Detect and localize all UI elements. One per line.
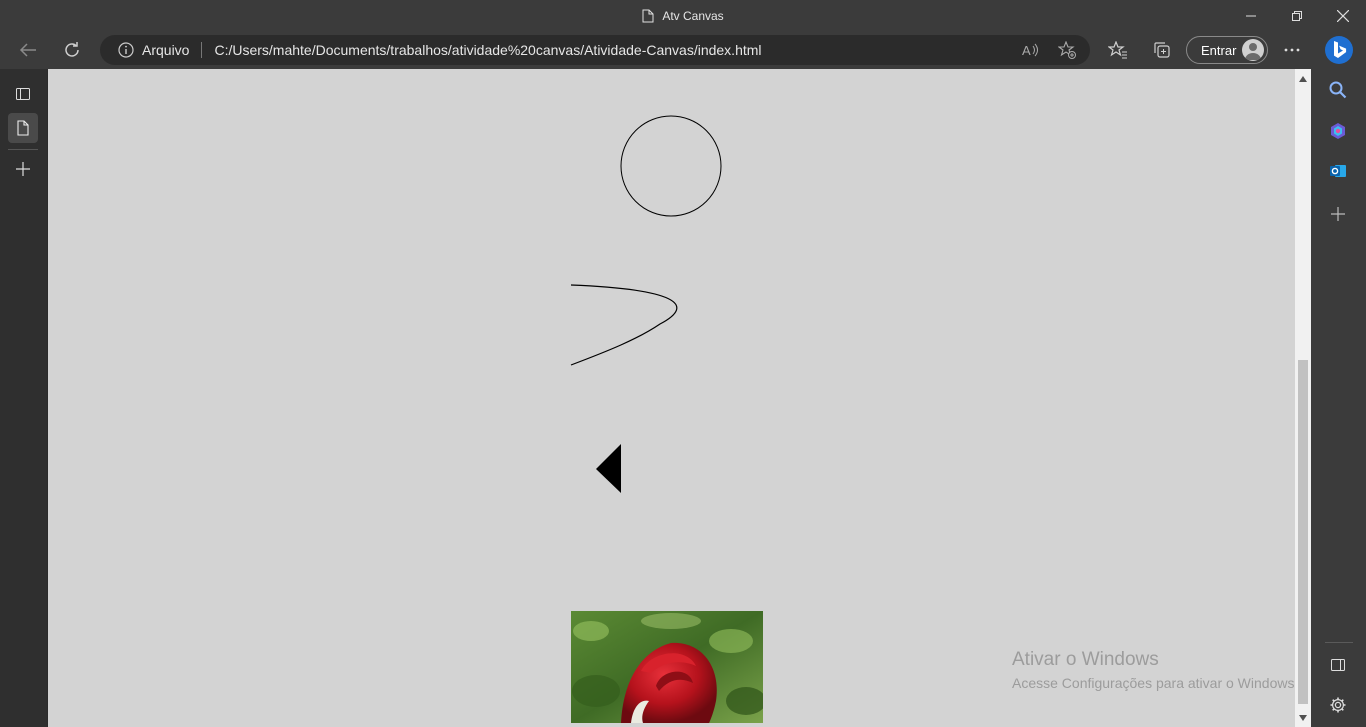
plus-icon	[1331, 207, 1345, 221]
canvas-curve	[570, 284, 678, 366]
canvas-triangle	[596, 444, 621, 493]
minimize-icon	[1246, 15, 1256, 16]
url-text[interactable]: C:/Users/mahte/Documents/trabalhos/ativi…	[214, 42, 761, 58]
scroll-down-arrow-icon[interactable]	[1298, 713, 1308, 723]
gear-icon	[1330, 697, 1346, 713]
copilot-button[interactable]	[1325, 118, 1351, 144]
svg-text:A: A	[1022, 43, 1031, 58]
restore-icon	[1292, 10, 1302, 21]
favorites-icon	[1108, 41, 1127, 59]
collections-icon	[1154, 42, 1170, 58]
restore-button[interactable]	[1274, 0, 1320, 31]
close-icon	[1337, 9, 1349, 22]
back-arrow-icon	[19, 43, 36, 57]
canvas-circle	[620, 115, 722, 217]
window-title-text: Atv Canvas	[662, 8, 724, 23]
browser-toolbar: Arquivo C:/Users/mahte/Documents/trabalh…	[0, 31, 1366, 69]
edge-sidebar	[1311, 69, 1366, 727]
read-aloud-icon[interactable]: A	[1022, 41, 1040, 59]
close-button[interactable]	[1320, 0, 1366, 31]
tab-actions-button[interactable]	[8, 79, 38, 109]
search-icon	[1329, 81, 1347, 99]
add-favorite-icon[interactable]	[1058, 41, 1076, 59]
address-bar[interactable]: Arquivo C:/Users/mahte/Documents/trabalh…	[100, 35, 1090, 65]
favorites-button[interactable]	[1103, 35, 1133, 65]
search-button[interactable]	[1325, 77, 1351, 103]
collections-button[interactable]	[1147, 35, 1177, 65]
hide-sidebar-button[interactable]	[1325, 652, 1351, 678]
minimize-button[interactable]	[1228, 0, 1274, 31]
settings-button[interactable]	[1325, 692, 1351, 718]
avatar-icon	[1242, 39, 1264, 61]
tab-separator	[8, 149, 38, 150]
scroll-thumb[interactable]	[1298, 360, 1308, 704]
plus-icon	[16, 162, 30, 176]
new-tab-button[interactable]	[8, 154, 38, 184]
sidebar-separator	[1325, 642, 1353, 643]
tab-atv-canvas[interactable]	[8, 113, 38, 143]
watermark-title: Ativar o Windows	[1012, 649, 1159, 670]
signin-button[interactable]: Entrar	[1186, 36, 1268, 64]
signin-label: Entrar	[1201, 42, 1237, 58]
vertical-tabs-bar	[0, 69, 47, 727]
windows-activation-watermark: Ativar o Windows Acesse Configurações pa…	[1012, 649, 1295, 691]
bing-icon	[1325, 36, 1353, 64]
copilot-icon	[1331, 123, 1345, 139]
more-button[interactable]	[1277, 35, 1307, 65]
watermark-subtitle: Acesse Configurações para ativar o Windo…	[1012, 675, 1295, 691]
refresh-button[interactable]	[57, 35, 87, 65]
bing-copilot-button[interactable]	[1323, 33, 1355, 67]
page-scrollbar[interactable]	[1295, 69, 1311, 727]
info-icon[interactable]	[118, 42, 134, 58]
refresh-icon	[65, 42, 79, 57]
sidebar-panel-icon	[1331, 659, 1345, 671]
title-bar: Atv Canvas	[0, 0, 1366, 31]
add-sidebar-app-button[interactable]	[1325, 201, 1351, 227]
address-separator	[201, 42, 203, 58]
outlook-icon	[1330, 165, 1346, 177]
site-info-label[interactable]: Arquivo	[142, 42, 189, 58]
tab-actions-icon	[16, 88, 30, 100]
outlook-button[interactable]	[1325, 158, 1351, 184]
back-button[interactable]	[13, 35, 43, 65]
page-icon	[17, 120, 29, 136]
rose-photo	[571, 611, 763, 723]
window-title: Atv Canvas	[0, 0, 1366, 31]
page-viewport: Ativar o Windows Acesse Configurações pa…	[48, 69, 1295, 727]
scroll-up-arrow-icon[interactable]	[1298, 74, 1308, 84]
ellipsis-icon	[1284, 48, 1300, 52]
page-icon	[642, 9, 654, 22]
